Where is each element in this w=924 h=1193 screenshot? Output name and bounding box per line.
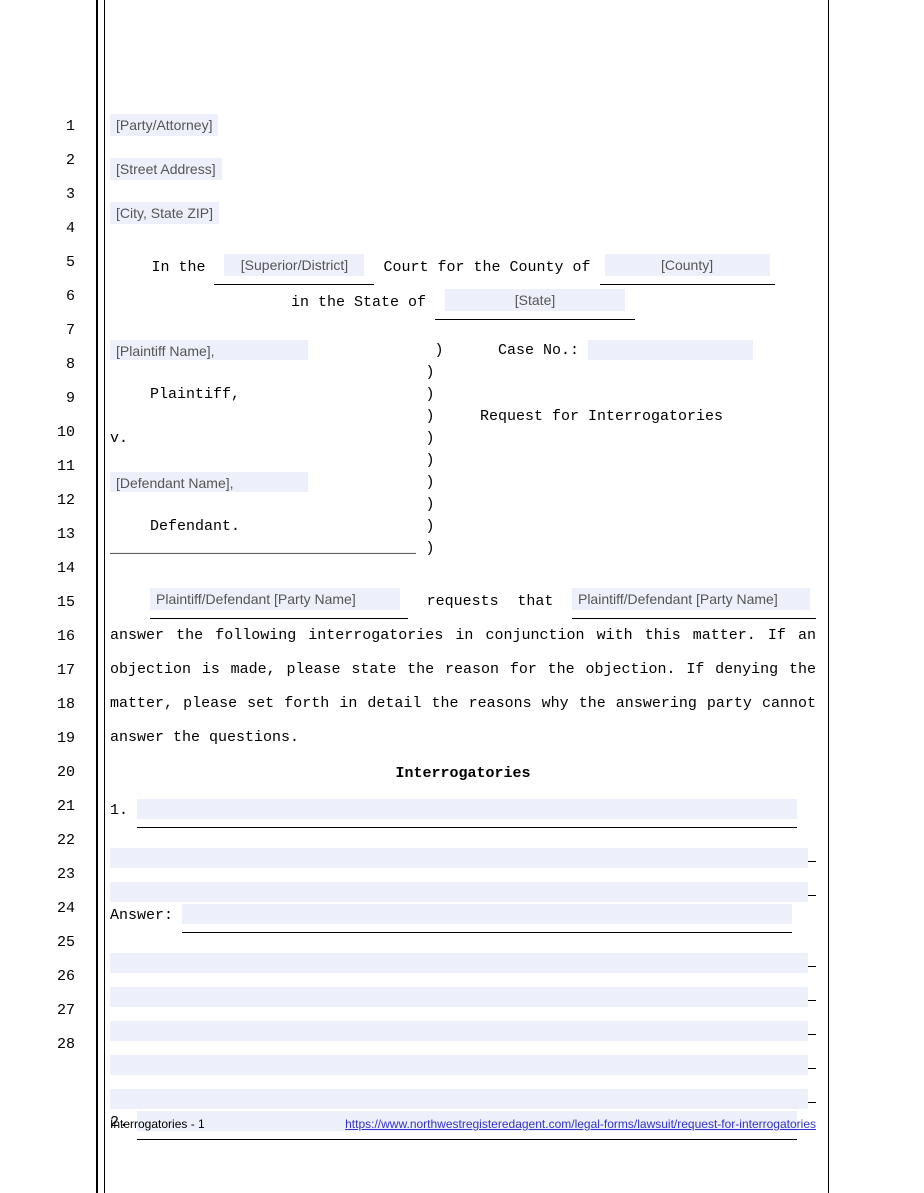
answer-1-line-2[interactable] xyxy=(110,953,808,973)
footer-url-link[interactable]: https://www.northwestregisteredagent.com… xyxy=(345,1117,816,1131)
request-body-text: answer the following interrogatories in … xyxy=(110,627,816,746)
answer-1-line-1[interactable] xyxy=(182,904,792,924)
court-for-label: Court for the County of xyxy=(383,259,590,276)
line-number: 26 xyxy=(45,960,75,994)
party-attorney-field[interactable]: [Party/Attorney] xyxy=(110,114,218,136)
caption-separator: __________________________________ xyxy=(110,538,420,560)
line-number: 13 xyxy=(45,518,75,552)
line-number: 14 xyxy=(45,552,75,586)
line-number-gutter: 1 2 3 4 5 6 7 8 9 10 11 12 13 14 15 16 1… xyxy=(45,110,75,1062)
defendant-label: Defendant. xyxy=(110,516,420,538)
court-type-field[interactable]: [Superior/District] xyxy=(224,254,364,276)
interrogatory-1-line-1[interactable] xyxy=(137,799,797,819)
interrogatory-item-1: 1. xyxy=(110,793,816,828)
request-paragraph: Plaintiff/Defendant [Party Name] request… xyxy=(110,584,816,755)
footer-left: Interrogatories - 1 xyxy=(110,1117,205,1131)
requests-that-label: requests that xyxy=(427,593,554,610)
state-field[interactable]: [State] xyxy=(445,289,625,311)
line-number: 12 xyxy=(45,484,75,518)
in-the-label: In the xyxy=(151,259,205,276)
answer-1-line-5[interactable] xyxy=(110,1055,808,1075)
answer-1-line-4[interactable] xyxy=(110,1021,808,1041)
line-number: 7 xyxy=(45,314,75,348)
requester-field[interactable]: Plaintiff/Defendant [Party Name] xyxy=(150,588,400,610)
defendant-name-field[interactable]: [Defendant Name], xyxy=(110,472,308,492)
header-block: [Party/Attorney] [Street Address] [City,… xyxy=(110,110,816,232)
line-number: 3 xyxy=(45,178,75,212)
line-number: 19 xyxy=(45,722,75,756)
line-number: 9 xyxy=(45,382,75,416)
line-number: 27 xyxy=(45,994,75,1028)
item-1-label: 1. xyxy=(110,802,128,819)
line-number: 18 xyxy=(45,688,75,722)
line-number: 25 xyxy=(45,926,75,960)
line-number: 1 xyxy=(45,110,75,144)
interrogatory-1-line-2[interactable] xyxy=(110,848,808,868)
plaintiff-label: Plaintiff, xyxy=(110,384,420,406)
line-number: 8 xyxy=(45,348,75,382)
line-number: 6 xyxy=(45,280,75,314)
versus-label: v. xyxy=(110,428,420,450)
line-number: 20 xyxy=(45,756,75,790)
requestee-field[interactable]: Plaintiff/Defendant [Party Name] xyxy=(572,588,810,610)
line-number: 17 xyxy=(45,654,75,688)
answer-1-line-3[interactable] xyxy=(110,987,808,1007)
line-number: 2 xyxy=(45,144,75,178)
court-line: In the [Superior/District] Court for the… xyxy=(110,250,816,285)
plaintiff-name-field[interactable]: [Plaintiff Name], xyxy=(110,340,308,360)
street-address-field[interactable]: [Street Address] xyxy=(110,158,222,180)
case-no-field[interactable] xyxy=(588,340,753,360)
line-number: 23 xyxy=(45,858,75,892)
line-number: 21 xyxy=(45,790,75,824)
line-number: 5 xyxy=(45,246,75,280)
case-caption: [Plaintiff Name], ) Case No.: ) Plaintif… xyxy=(110,340,816,560)
line-number: 24 xyxy=(45,892,75,926)
line-number: 15 xyxy=(45,586,75,620)
line-number: 10 xyxy=(45,416,75,450)
doc-title: Request for Interrogatories xyxy=(440,406,780,428)
vertical-double-rule xyxy=(97,0,105,1193)
line-number: 11 xyxy=(45,450,75,484)
vertical-right-rule xyxy=(828,0,829,1193)
line-number: 4 xyxy=(45,212,75,246)
case-no-label: Case No.: xyxy=(498,342,579,359)
answer-item-1: Answer: xyxy=(110,898,816,933)
line-number: 28 xyxy=(45,1028,75,1062)
in-state-label: in the State of xyxy=(291,294,426,311)
court-sub-line: in the State of [State] xyxy=(110,285,816,320)
document-content: [Party/Attorney] [Street Address] [City,… xyxy=(110,110,816,1140)
interrogatories-heading: Interrogatories xyxy=(110,757,816,791)
city-state-zip-field[interactable]: [City, State ZIP] xyxy=(110,202,219,224)
county-field[interactable]: [County] xyxy=(605,254,770,276)
line-number: 22 xyxy=(45,824,75,858)
line-number: 16 xyxy=(45,620,75,654)
answer-label: Answer: xyxy=(110,907,173,924)
page-footer: Interrogatories - 1 https://www.northwes… xyxy=(110,1117,816,1131)
document-page: 1 2 3 4 5 6 7 8 9 10 11 12 13 14 15 16 1… xyxy=(0,0,924,1193)
